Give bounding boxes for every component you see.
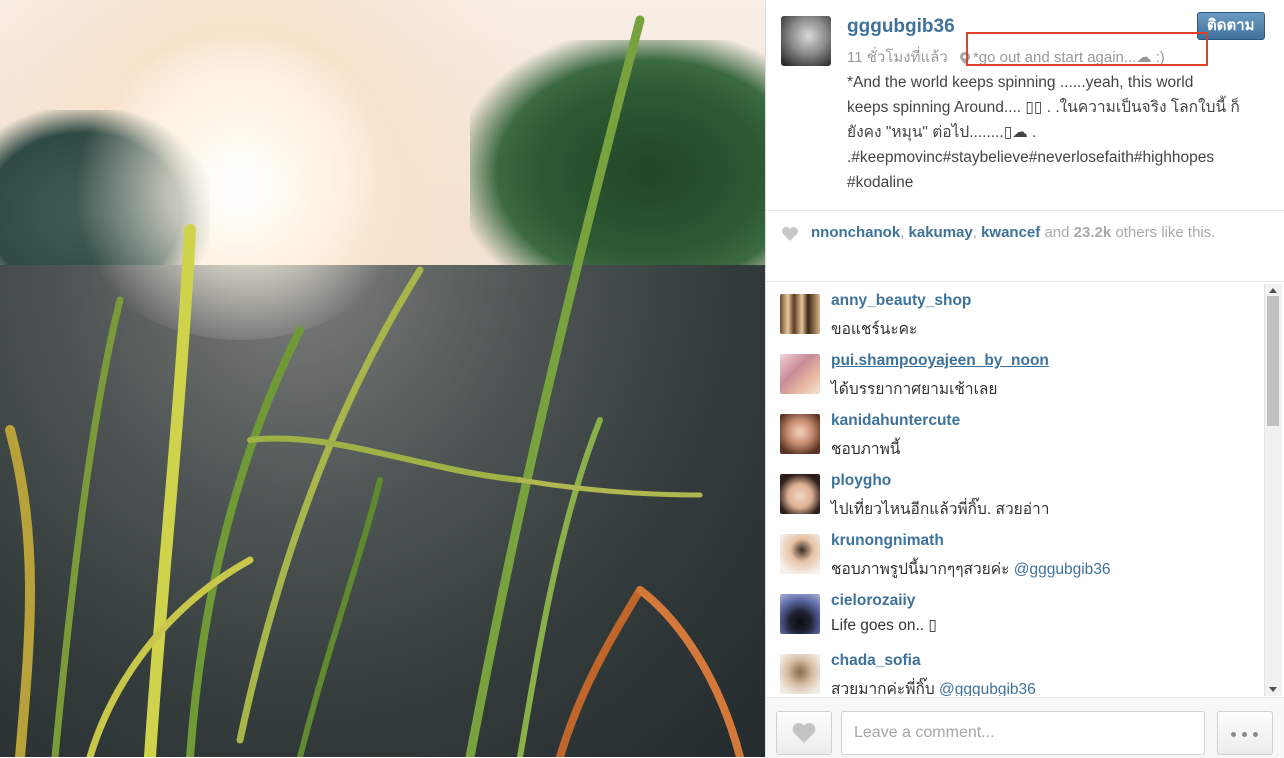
more-dot-icon: [1253, 732, 1258, 737]
heart-icon: [782, 227, 798, 241]
likes-suffix: others like this.: [1115, 224, 1216, 241]
more-dot-icon: [1242, 732, 1247, 737]
commenter-username[interactable]: cielorozaiiy: [831, 592, 915, 610]
comment-text: ได้บรรยากาศยามเช้าเลย: [831, 381, 998, 398]
comment-body: ชอบภาพรูปนี้มากๆๆสวยค่ะ: [831, 561, 1010, 578]
comment-item: anny_beauty_shop ขอแชร์นะคะ: [780, 284, 1250, 340]
like-button[interactable]: [776, 711, 832, 755]
comment-text: ชอบภาพรูปนี้มากๆๆสวยค่ะ @gggubgib36: [831, 556, 1111, 581]
post-caption: *And the world keeps spinning ......yeah…: [847, 70, 1272, 195]
likes-section: nnonchanok, kakumay, kwancef and 23.2k o…: [766, 211, 1284, 282]
heart-icon: [792, 723, 816, 743]
commenter-avatar[interactable]: [780, 594, 820, 634]
commenter-avatar[interactable]: [780, 414, 820, 454]
commenter-username[interactable]: krunongnimath: [831, 532, 944, 550]
caption-hashtags[interactable]: .#keepmovinc#staybelieve#neverlosefaith#…: [847, 145, 1272, 170]
comment-item: chada_sofia สวยมากค่ะพี่กิ๊บ @gggubgib36: [780, 644, 1250, 696]
more-options-button[interactable]: [1217, 711, 1273, 755]
owner-avatar[interactable]: [781, 16, 831, 66]
likes-summary: nnonchanok, kakumay, kwancef and 23.2k o…: [811, 224, 1216, 241]
comment-footer: [766, 697, 1284, 758]
likes-count[interactable]: 23.2k: [1074, 224, 1112, 241]
owner-username[interactable]: gggubgib36: [847, 16, 955, 38]
post-photo[interactable]: [0, 0, 765, 757]
comment-item: ploygho ไปเที่ยวไหนอีกแล้วพี่กิ๊บ. สวยอ่…: [780, 464, 1250, 520]
comment-item: krunongnimath ชอบภาพรูปนี้มากๆๆสวยค่ะ @g…: [780, 524, 1250, 580]
scroll-down-icon[interactable]: [1269, 687, 1277, 692]
photo-grass-blades: [5, 15, 744, 757]
comment-mention[interactable]: @gggubgib36: [939, 681, 1036, 696]
liker-link[interactable]: nnonchanok: [811, 224, 900, 241]
comment-mention[interactable]: @gggubgib36: [1014, 561, 1111, 578]
comment-input[interactable]: [841, 711, 1205, 755]
post-time[interactable]: 11 ชั่วโมงที่แล้ว: [847, 49, 948, 66]
comment-text: Life goes on.. ▯: [831, 617, 937, 634]
commenter-username[interactable]: kanidahuntercute: [831, 412, 960, 430]
comments-scrollbar[interactable]: [1264, 284, 1282, 696]
more-dot-icon: [1231, 732, 1236, 737]
liker-link[interactable]: kwancef: [981, 224, 1040, 241]
commenter-avatar[interactable]: [780, 654, 820, 694]
comment-body: สวยมากค่ะพี่กิ๊บ: [831, 681, 935, 696]
commenter-username[interactable]: chada_sofia: [831, 652, 921, 670]
commenter-avatar[interactable]: [780, 294, 820, 334]
comment-text: ไปเที่ยวไหนอีกแล้วพี่กิ๊บ. สวยอ่าา: [831, 501, 1050, 518]
location-highlight-box: [966, 32, 1208, 66]
comment-item: cielorozaiiy Life goes on.. ▯: [780, 584, 1250, 640]
comment-item: kanidahuntercute ชอบภาพนี้: [780, 404, 1250, 460]
post-details-panel: gggubgib36 ติดตาม 11 ชั่วโมงที่แล้ว *go …: [765, 0, 1284, 758]
comment-item: pui.shampooyajeen_by_noon ได้บรรยากาศยาม…: [780, 344, 1250, 400]
scroll-up-icon[interactable]: [1269, 288, 1277, 293]
comments-list: anny_beauty_shop ขอแชร์นะคะ pui.shampooy…: [766, 284, 1264, 696]
liker-link[interactable]: kakumay: [909, 224, 973, 241]
post-header: gggubgib36 ติดตาม 11 ชั่วโมงที่แล้ว *go …: [766, 0, 1284, 211]
caption-line: ยังคง "หมุน" ต่อไป........▯☁ .: [847, 124, 1037, 141]
caption-line: *And the world keeps spinning ......yeah…: [847, 74, 1194, 91]
comment-text: ขอแชร์นะคะ: [831, 321, 918, 338]
commenter-username[interactable]: anny_beauty_shop: [831, 292, 971, 310]
likes-and: and: [1044, 224, 1070, 241]
comment-text: ชอบภาพนี้: [831, 441, 901, 458]
comment-text: สวยมากค่ะพี่กิ๊บ @gggubgib36: [831, 676, 1036, 696]
scrollbar-thumb[interactable]: [1267, 296, 1279, 426]
commenter-username[interactable]: ploygho: [831, 472, 891, 490]
commenter-username[interactable]: pui.shampooyajeen_by_noon: [831, 352, 1049, 370]
caption-line: keeps spinning Around.... ▯▯ . .ในความเป…: [847, 99, 1240, 116]
commenter-avatar[interactable]: [780, 474, 820, 514]
commenter-avatar[interactable]: [780, 534, 820, 574]
commenter-avatar[interactable]: [780, 354, 820, 394]
caption-hashtags[interactable]: #kodaline: [847, 170, 1272, 195]
